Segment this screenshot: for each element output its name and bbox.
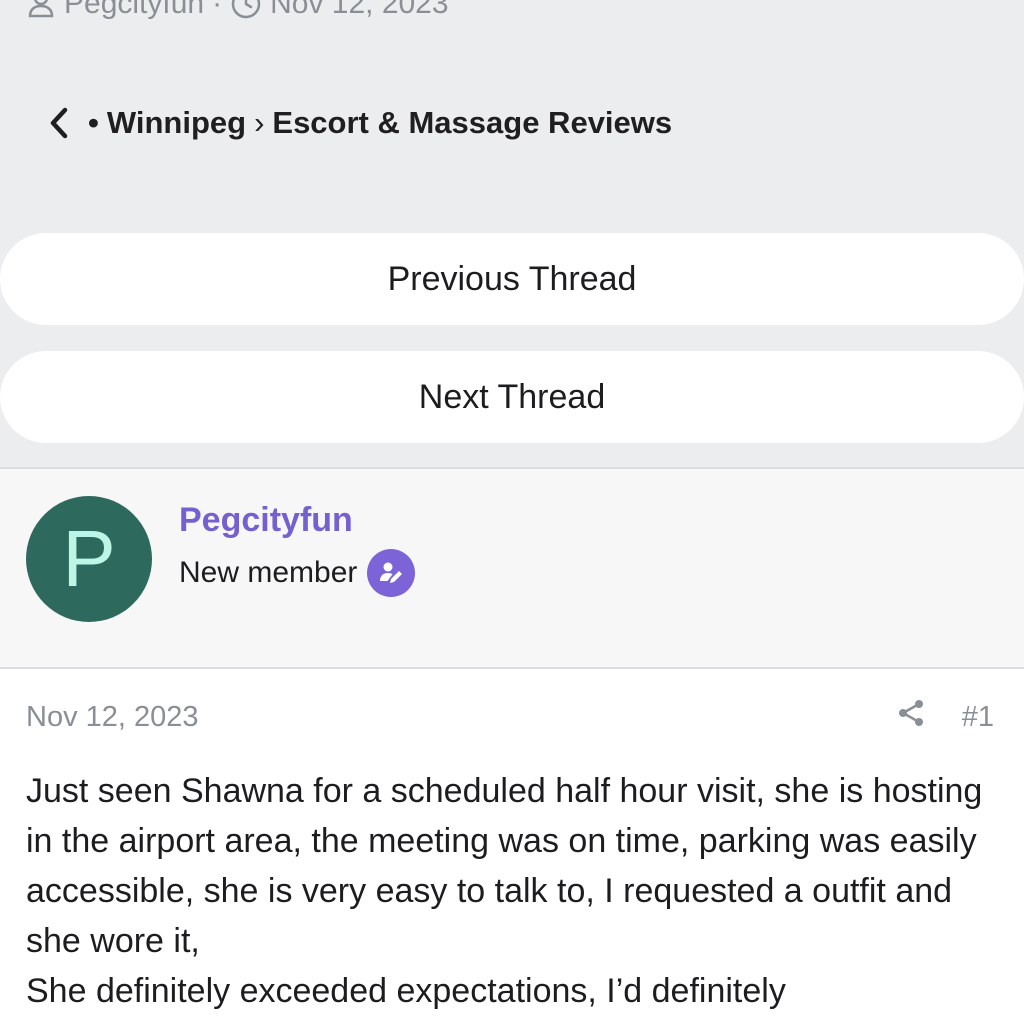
breadcrumb-forum-link[interactable]: Winnipeg (107, 105, 246, 141)
previous-thread-button[interactable]: Previous Thread (0, 233, 1024, 325)
breadcrumb-subforum-link[interactable]: Escort & Massage Reviews (272, 105, 672, 141)
user-edit-icon (367, 549, 416, 597)
post-meta: Nov 12, 2023 #1 (26, 697, 994, 737)
post-date[interactable]: Nov 12, 2023 (26, 701, 199, 734)
post-author-header: P Pegcityfun New member (0, 469, 1024, 669)
back-button[interactable] (44, 103, 74, 143)
breadcrumb: • Winnipeg › Escort & Massage Reviews (44, 100, 672, 146)
thread-date: Nov 12, 2023 (270, 0, 449, 20)
post-card: P Pegcityfun New member Nov 12, 2023 #1 … (0, 467, 1024, 1026)
post-body: Just seen Shawna for a scheduled half ho… (26, 766, 1006, 1016)
user-icon (26, 0, 56, 19)
post-body-paragraph: Just seen Shawna for a scheduled half ho… (26, 772, 983, 960)
author-role-row: New member (179, 549, 416, 597)
clock-icon (230, 0, 262, 20)
avatar[interactable]: P (26, 496, 152, 622)
post-number-link[interactable]: #1 (962, 701, 994, 734)
share-icon[interactable] (896, 698, 926, 736)
author-role: New member (179, 556, 358, 589)
breadcrumb-separator: › (254, 105, 265, 140)
meta-separator: · (212, 0, 223, 20)
thread-author[interactable]: Pegcityfun (64, 0, 204, 21)
post-author-username[interactable]: Pegcityfun (179, 501, 353, 540)
breadcrumb-bullet: • (88, 105, 99, 140)
thread-meta: Pegcityfun · Nov 12, 2023 (26, 0, 449, 22)
post-body-paragraph: She definitely exceeded expectations, I’… (26, 972, 786, 1010)
next-thread-button[interactable]: Next Thread (0, 351, 1024, 443)
chevron-left-icon (50, 107, 68, 139)
